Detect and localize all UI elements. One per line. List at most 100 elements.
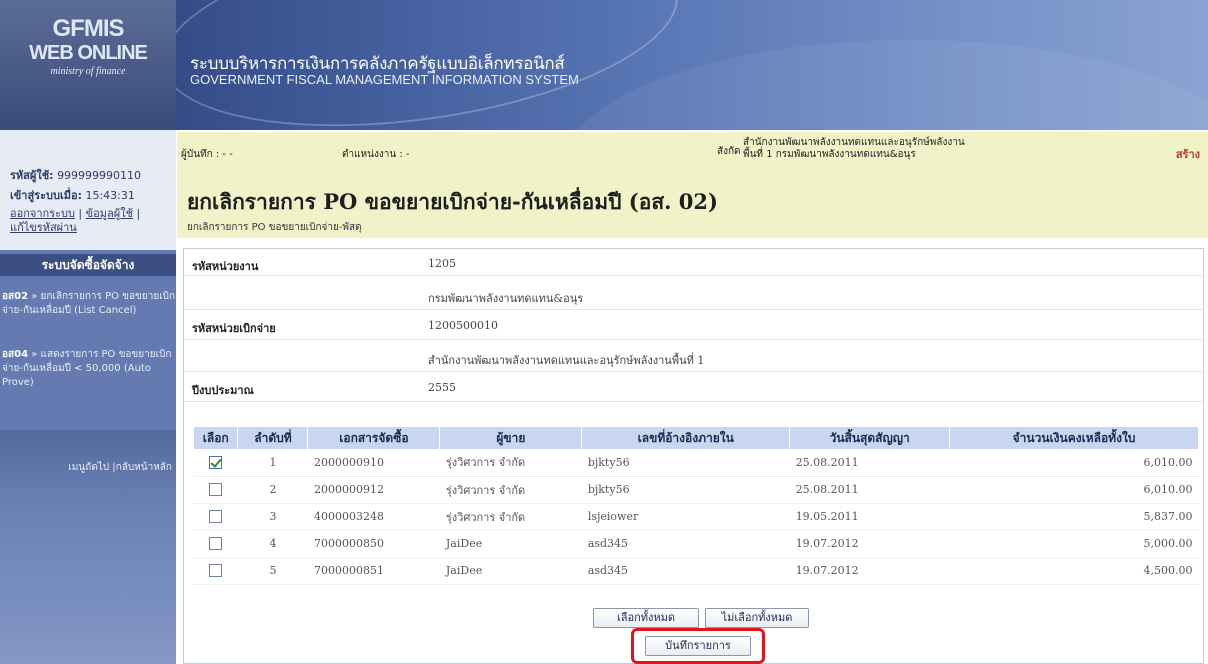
create-link[interactable]: สร้าง [1176,145,1200,163]
user-id-value: 999999990110 [57,169,142,182]
disbursement-unit-code: 1200500010 [428,319,498,332]
disbursement-unit-label: รหัสหน่วยเบิกจ่าย [192,322,276,335]
select-cell [194,557,238,585]
header-info-bar: ผู้บันทึก : - - ตำแหน่งงาน : - สังกัด : … [177,132,1208,180]
page-subtitle: ยกเลิกรายการ PO ขอขยายเบิกจ่าย-พัสดุ [187,222,362,233]
form-panel: รหัสหน่วยงาน 1205 กรมพัฒนาพลังงานทดแทน&อ… [183,248,1204,664]
page-title: ยกเลิกรายการ PO ขอขยายเบิกจ่าย-กันเหลื่อ… [187,189,718,214]
disbursement-unit-name: สำนักงานพัฒนาพลังงานทดแทนและอนุรักษ์พลัง… [428,354,705,367]
org-name-line1: สำนักงานพัฒนาพลังงานทดแทนและอนุรักษ์พลัง… [743,137,965,148]
login-time-value: 15:43:31 [85,189,135,202]
row-checkbox[interactable] [209,564,223,578]
home-link[interactable]: กลับหน้าหลัก [116,462,172,473]
banner-decoration [560,40,1208,130]
ref-cell: asd345 [581,530,790,558]
select-cell [194,449,238,477]
left-sidebar: รหัสผู้ใช้: 999999990110 เข้าสู่ระบบเมื่… [0,130,176,664]
agency-code-value: 1205 [428,257,456,270]
amount-cell: 4,500.00 [949,557,1199,585]
row-checkbox[interactable] [209,456,223,469]
fiscal-year-label: ปีงบประมาณ [192,384,254,397]
vendor-cell: JaiDee [439,557,582,585]
amount-cell: 5,000.00 [949,530,1199,558]
seq-cell: 4 [237,530,308,558]
col-header-amount: จำนวนเงินคงเหลือทั้งใบ [949,427,1199,449]
table-header-row: เลือก ลำดับที่ เอกสารจัดซื้อ ผู้ขาย เลขท… [194,427,1199,449]
page-header: ยกเลิกรายการ PO ขอขยายเบิกจ่าย-กันเหลื่อ… [177,180,1208,238]
ref-cell: lsjeiower [581,503,790,531]
recorder-label: ผู้บันทึก : - - [181,149,233,160]
col-header-select: เลือก [194,427,239,449]
divider [184,401,1203,402]
fiscal-year-value: 2555 [428,381,456,394]
doc-cell: 7000000850 [307,530,440,558]
logo-text: GFMIS [52,15,125,42]
end-date-cell: 19.07.2012 [789,557,950,585]
col-header-ref: เลขที่อ้างอิงภายใน [581,427,791,449]
divider [184,309,1203,310]
doc-cell: 2000000912 [307,476,440,504]
change-password-link[interactable]: แก้ไขรหัสผ่าน [10,221,77,234]
user-id-row: รหัสผู้ใช้: 999999990110 [10,166,141,184]
end-date-cell: 19.07.2012 [789,530,950,558]
org-name-line2: พื้นที่ 1 กรมพัฒนาพลังงานทดแทน&อนุร [743,149,916,160]
vendor-cell: รุ่งวิศวการ จำกัด [439,503,582,531]
end-date-cell: 25.08.2011 [789,449,950,477]
profile-link[interactable]: ข้อมูลผู้ใช้ [86,207,133,220]
logo-subtext: WEB ONLINE [29,42,148,64]
login-time-label: เข้าสู่ระบบเมื่อ: [10,189,82,202]
end-date-cell: 19.05.2011 [789,503,950,531]
select-all-button[interactable]: เลือกทั้งหมด [593,608,699,628]
menu-item-os04[interactable]: อส04 » แสดงรายการ PO ขอขยายเบิกจ่าย-กันเ… [0,348,176,390]
position-label: ตำแหน่งงาน : - [342,149,410,160]
row-checkbox[interactable] [209,537,223,551]
user-id-label: รหัสผู้ใช้: [10,169,54,182]
select-cell [194,476,238,504]
vendor-cell: JaiDee [439,530,582,558]
gfmis-logo[interactable]: GFMIS WEB ONLINE ministry of finance [0,0,176,130]
seq-cell: 2 [237,476,308,504]
divider [184,275,1203,276]
next-menu-link[interactable]: เมนูถัดไป [68,462,109,473]
table-row: 2 2000000912 รุ่งวิศวการ จำกัด bjkty56 2… [194,476,1199,504]
col-header-end-date: วันสิ้นสุดสัญญา [789,427,951,449]
user-info-panel: รหัสผู้ใช้: 999999990110 เข้าสู่ระบบเมื่… [0,130,176,250]
select-cell [194,530,238,558]
agency-code-label: รหัสหน่วยงาน [192,260,259,273]
amount-cell: 6,010.00 [949,476,1199,504]
user-links-row-2: แก้ไขรหัสผ่าน [10,218,77,236]
table-row: 5 7000000851 JaiDee asd345 19.07.2012 4,… [194,557,1199,585]
menu-item-code: อส02 [2,291,29,302]
menu-item-code: อส04 [2,349,29,360]
deselect-all-button[interactable]: ไม่เลือกทั้งหมด [705,608,809,628]
ref-cell: asd345 [581,557,790,585]
col-header-vendor: ผู้ขาย [439,427,583,449]
doc-cell: 7000000851 [307,557,440,585]
table-row: 4 7000000850 JaiDee asd345 19.07.2012 5,… [194,530,1199,558]
amount-cell: 6,010.00 [949,449,1199,477]
row-checkbox[interactable] [209,510,223,524]
doc-cell: 2000000910 [307,449,440,477]
menu-item-label: แสดงรายการ PO ขอขยายเบิกจ่าย-กันเหลื่อมป… [2,349,172,388]
col-header-doc: เอกสารจัดซื้อ [307,427,441,449]
ref-cell: bjkty56 [581,449,790,477]
sidebar-nav-links: เมนูถัดไป |กลับหน้าหลัก [68,462,172,473]
col-header-seq: ลำดับที่ [237,427,309,449]
table-row: 3 4000003248 รุ่งวิศวการ จำกัด lsjeiower… [194,503,1199,531]
divider [184,371,1203,372]
seq-cell: 5 [237,557,308,585]
logo-tagline: ministry of finance [50,66,126,77]
login-time-row: เข้าสู่ระบบเมื่อ: 15:43:31 [10,186,135,204]
select-cell [194,503,238,531]
menu-header: ระบบจัดซื้อจัดจ้าง [0,254,176,276]
row-checkbox[interactable] [209,483,223,497]
vendor-cell: รุ่งวิศวการ จำกัด [439,449,582,477]
system-title-english: GOVERNMENT FISCAL MANAGEMENT INFORMATION… [190,72,579,87]
table-row: 1 2000000910 รุ่งวิศวการ จำกัด bjkty56 2… [194,449,1199,477]
menu-item-os02[interactable]: อส02 » ยกเลิกรายการ PO ขอขยายเบิกจ่าย-กั… [0,290,176,318]
app-banner: GFMIS WEB ONLINE ministry of finance ระบ… [0,0,1208,130]
seq-cell: 1 [237,449,308,477]
agency-name-value: กรมพัฒนาพลังงานทดแทน&อนุร [428,292,584,305]
vendor-cell: รุ่งวิศวการ จำกัด [439,476,582,504]
po-table: เลือก ลำดับที่ เอกสารจัดซื้อ ผู้ขาย เลขท… [194,427,1199,585]
